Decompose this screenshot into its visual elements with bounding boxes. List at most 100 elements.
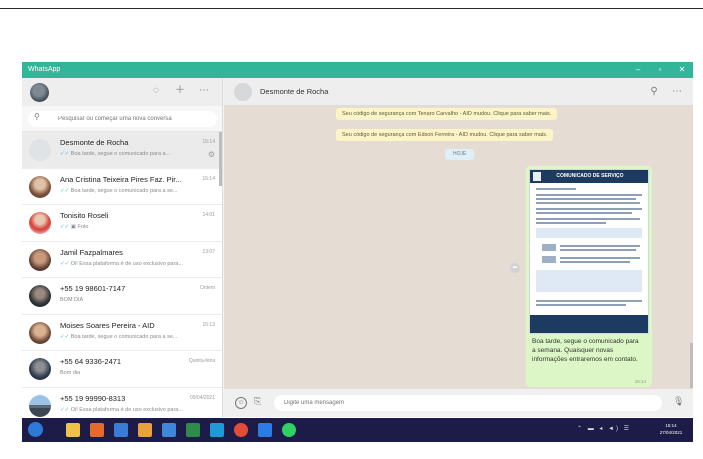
avatar[interactable] — [234, 83, 252, 101]
chat-time: 14:01 — [202, 212, 215, 218]
message-text: Boa tarde, segue o comunicado para a sem… — [532, 338, 639, 363]
chat-time: 15:14 — [202, 175, 215, 182]
whatsapp-icon[interactable] — [282, 423, 296, 437]
mic-icon[interactable]: 🎙 — [673, 396, 684, 407]
list-item[interactable]: Moises Soares Pereira - AID 15:13 ✓✓ Boa… — [22, 314, 222, 351]
photo-icon: ▣ — [70, 224, 76, 230]
read-check-icon: ✓✓ — [60, 151, 70, 157]
logo-icon — [533, 172, 541, 181]
list-item[interactable]: Jamil Fazpalmares 13:07 ✓✓ Oi! Essa plat… — [22, 241, 222, 278]
security-notice[interactable]: Seu código de segurança com Edson Ferrei… — [336, 129, 554, 141]
attach-icon[interactable]: ⎘ — [254, 396, 261, 407]
new-chat-icon[interactable]: ＋ — [173, 84, 187, 98]
search-icon[interactable]: ⚲ — [647, 85, 661, 99]
card-footer — [530, 315, 648, 333]
chat-scrollbar[interactable] — [690, 343, 693, 388]
message-time: 15:14 — [634, 379, 646, 384]
chrome-icon[interactable] — [234, 423, 248, 437]
list-item[interactable]: Ana Cristina Teixeira Pires Faz. Pir... … — [22, 168, 222, 205]
clock-time: 15:14 — [665, 423, 677, 428]
compose-bar: ☺ ⎘ 🎙 — [224, 389, 693, 417]
chat-time: 09/04/2021 — [189, 394, 215, 401]
message-input[interactable] — [274, 395, 662, 411]
window-title: WhatsApp — [28, 66, 61, 73]
chat-name: +55 19 98601-7147 — [60, 284, 126, 293]
chat-preview: ✓✓ ▣ Foto — [60, 224, 89, 230]
chat-time: 15:13 — [202, 321, 215, 328]
menu-icon[interactable]: ⋯ — [670, 85, 684, 99]
chat-name: Tonisito Roseli — [60, 211, 109, 220]
screen: WhatsApp – ▫ ✕ ◌ ＋ ⋯ ⚲ Desmo — [0, 0, 703, 459]
avatar[interactable] — [30, 83, 49, 102]
chat-preview: ✓✓ Boa tarde, segue o comunicado para a … — [60, 187, 178, 194]
search-bar: ⚲ — [22, 106, 222, 132]
chat-name: Moises Soares Pereira - AID — [60, 320, 155, 330]
clock[interactable]: 15:14 27/04/2021 — [653, 422, 689, 436]
chat-list-scrollbar[interactable] — [219, 132, 222, 186]
list-item[interactable]: Desmonte de Rocha 15:14 ✓✓ Boa tarde, se… — [22, 132, 222, 169]
message-area: Seu código de segurança com Tenaro Carva… — [224, 106, 693, 389]
search-input[interactable] — [58, 111, 208, 127]
calendar-icon[interactable] — [162, 423, 176, 437]
list-item[interactable]: +55 64 9336-2471 Quinta-feira Bom dia — [22, 351, 222, 388]
menu-icon[interactable]: ⋯ — [197, 84, 211, 98]
avatar — [29, 285, 51, 307]
card-title: COMUNICADO DE SERVIÇO — [530, 170, 648, 183]
security-notice[interactable]: Seu código de segurança com Tenaro Carva… — [336, 108, 558, 120]
avatar — [29, 394, 51, 417]
contact-name[interactable]: Desmonte de Rocha — [260, 87, 328, 96]
list-item[interactable]: +55 19 98601-7147 Ontem BOM DIA — [22, 278, 222, 315]
sidebar-header: ◌ ＋ ⋯ — [22, 78, 222, 106]
excel-icon[interactable] — [186, 423, 200, 437]
file-explorer-icon[interactable] — [66, 423, 80, 437]
edge-icon[interactable] — [210, 423, 224, 437]
outgoing-message[interactable]: COMUNICADO DE SERVIÇO Boa tarde, segue o… — [526, 166, 652, 387]
emoji-icon[interactable]: ☺ — [235, 397, 247, 409]
chat-preview: Bom dia — [60, 370, 81, 376]
app-icon[interactable] — [114, 423, 128, 437]
chat-name: +55 19 99990-8313 — [60, 393, 126, 403]
maximize-icon[interactable]: ▫ — [649, 62, 671, 78]
avatar — [29, 175, 51, 198]
search-box[interactable]: ⚲ — [28, 111, 217, 127]
whatsapp-window: WhatsApp – ▫ ✕ ◌ ＋ ⋯ ⚲ Desmo — [22, 62, 693, 417]
chat-panel: Desmonte de Rocha ⚲ ⋯ Seu código de segu… — [224, 78, 693, 417]
chat-name: +55 64 9336-2471 — [60, 357, 122, 366]
read-check-icon: ✓✓ — [60, 224, 70, 230]
chat-header[interactable]: Desmonte de Rocha ⚲ ⋯ — [224, 78, 693, 106]
chat-time: 13:07 — [202, 248, 215, 255]
forward-icon[interactable]: ➦ — [510, 263, 520, 273]
folder-icon[interactable] — [138, 423, 152, 437]
ie-icon[interactable] — [258, 423, 272, 437]
read-check-icon: ✓✓ — [60, 187, 70, 194]
pin-icon: ⚙ — [207, 150, 215, 159]
avatar — [29, 139, 51, 161]
clock-date: 27/04/2021 — [659, 430, 683, 435]
chat-time: Quinta-feira — [188, 358, 215, 364]
close-icon[interactable]: ✕ — [671, 62, 693, 78]
top-divider — [0, 8, 703, 9]
chat-list: Desmonte de Rocha 15:14 ✓✓ Boa tarde, se… — [22, 132, 222, 417]
date-label: HOJE — [445, 149, 475, 160]
minimize-icon[interactable]: – — [627, 62, 649, 78]
chat-time: 15:14 — [202, 139, 215, 145]
status-icon[interactable]: ◌ — [149, 84, 163, 98]
avatar — [29, 248, 51, 271]
chat-name: Jamil Fazpalmares — [60, 247, 123, 257]
chat-name: Ana Cristina Teixeira Pires Faz. Pir... — [60, 174, 182, 184]
sidebar: ◌ ＋ ⋯ ⚲ Desmonte de Rocha 15:14 ✓✓ Boa t… — [22, 78, 223, 417]
list-item[interactable]: Tonisito Roseli 14:01 ✓✓ ▣ Foto — [22, 205, 222, 242]
chat-preview: ✓✓ Oi! Essa plataforma é de uso exclusiv… — [60, 406, 183, 413]
read-check-icon: ✓✓ — [60, 333, 70, 340]
chat-preview: ✓✓ Boa tarde, segue o comunicado para a.… — [60, 151, 171, 157]
read-check-icon: ✓✓ — [60, 260, 70, 267]
message-image[interactable]: COMUNICADO DE SERVIÇO — [529, 169, 649, 334]
avatar — [29, 321, 51, 344]
chat-time: Ontem — [199, 285, 215, 291]
list-item[interactable]: +55 19 99990-8313 09/04/2021 ✓✓ Oi! Essa… — [22, 387, 222, 417]
windows-start-icon[interactable] — [28, 422, 43, 437]
firefox-icon[interactable] — [90, 423, 104, 437]
system-tray[interactable]: ⌃ ▬ ◂ ◄) ☰ — [577, 425, 631, 432]
chat-name: Desmonte de Rocha — [60, 138, 129, 147]
chat-preview: ✓✓ Boa tarde, segue o comunicado para a … — [60, 333, 178, 340]
